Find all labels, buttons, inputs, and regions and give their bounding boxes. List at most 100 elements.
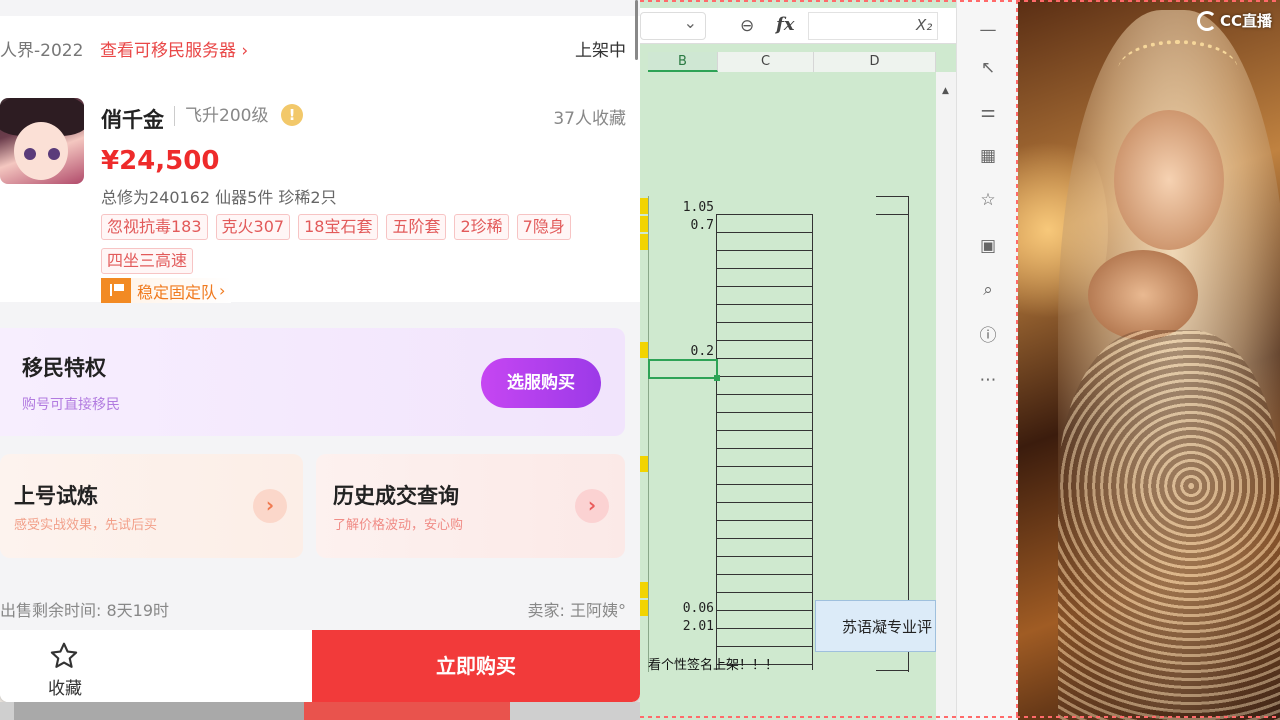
- scroll-up-icon[interactable]: ▲: [942, 86, 949, 96]
- grid-line: [716, 322, 813, 323]
- spreadsheet: ⊖ fx X₂ B C D 1.05 0.7 0.2: [640, 0, 956, 720]
- highlighted-text-cell[interactable]: 苏语凝专业评: [815, 600, 936, 652]
- function-icon[interactable]: fx: [776, 14, 794, 35]
- chevron-right-icon: ›: [219, 281, 226, 300]
- zoom-out-icon[interactable]: ⊖: [740, 16, 754, 36]
- trial-login-title: 上号试炼: [14, 484, 98, 508]
- grid-line: [716, 448, 813, 449]
- grid-line: [716, 394, 813, 395]
- photo-dress: [1058, 330, 1280, 720]
- grid-line: [716, 214, 813, 215]
- migrate-privilege-card: 移民特权 购号可直接移民 选服购买: [0, 328, 625, 436]
- select-server-buy-button[interactable]: 选服购买: [481, 358, 601, 408]
- grid-line: [716, 250, 813, 251]
- character-level: 飞升200级: [174, 106, 268, 126]
- favorite-count: 37人收藏: [553, 109, 626, 129]
- star-icon: [50, 642, 78, 668]
- grid-line: [876, 196, 909, 197]
- info-icon[interactable]: !: [281, 104, 303, 126]
- grid-line: [876, 670, 909, 671]
- more-icon[interactable]: ⋯: [976, 368, 1000, 392]
- active-cell[interactable]: [648, 359, 720, 381]
- favorite-label: 收藏: [48, 679, 82, 699]
- history-query-subtitle: 了解价格波动，安心购: [333, 518, 464, 533]
- grid-line: [876, 214, 909, 215]
- help-icon[interactable]: ⓘ: [976, 324, 1000, 348]
- cursor-icon[interactable]: ↖: [976, 56, 1000, 80]
- migrate-title: 移民特权: [22, 356, 106, 380]
- cell-value: 0.2: [690, 344, 714, 359]
- history-query-title: 历史成交查询: [333, 484, 459, 508]
- side-toolbar: — ↖ ⚌ ▦ ☆ ▣ ⌕ ⓘ ⋯: [956, 0, 1018, 720]
- highlight-cell: [640, 216, 648, 232]
- sale-remaining-time: 出售剩余时间: 8天19时: [0, 601, 170, 620]
- migrate-server-link-label: 查看可移民服务器: [100, 41, 236, 61]
- grid-line: [716, 610, 813, 611]
- attribute-tag: 7隐身: [516, 214, 571, 240]
- trade-app-panel: 人界-2022 查看可移民服务器 › 上架中 俏千金 飞升200级 ! 37人收…: [0, 0, 640, 702]
- chevron-right-icon[interactable]: ›: [575, 489, 609, 523]
- background-window-strip: [0, 702, 640, 720]
- sliders-icon[interactable]: ⚌: [976, 100, 1000, 124]
- avatar-face: [14, 122, 68, 180]
- grid-line: [716, 484, 813, 485]
- grid-line: [716, 538, 813, 539]
- favorite-button[interactable]: 收藏: [0, 630, 130, 702]
- grid-line: [812, 214, 813, 670]
- screen: 人界-2022 查看可移民服务器 › 上架中 俏千金 飞升200级 ! 37人收…: [0, 0, 1280, 720]
- photo-hands: [1088, 250, 1198, 340]
- cc-live-logo: CC直播: [1196, 10, 1272, 31]
- grid-line: [716, 502, 813, 503]
- grid-line: [716, 412, 813, 413]
- background-strip-right: [304, 702, 510, 720]
- grid-line: [716, 646, 813, 647]
- character-name: 俏千金: [101, 108, 164, 132]
- cell-grid[interactable]: 1.05 0.7 0.2 0.06 2.01 苏语凝专业评 看个性签名上架！！！: [640, 72, 936, 720]
- attribute-tag: 克火307: [215, 214, 291, 240]
- grid-line: [716, 574, 813, 575]
- photo-face: [1114, 110, 1224, 250]
- listing-status: 上架中: [575, 41, 626, 61]
- migrate-server-link[interactable]: 查看可移民服务器 ›: [100, 36, 248, 61]
- highlight-cell: [640, 234, 648, 250]
- search-doc-icon[interactable]: ⌕: [976, 278, 1000, 302]
- avatar-eye-right: [48, 148, 60, 160]
- capture-border: [640, 0, 1280, 2]
- trial-login-subtitle: 感受实战效果，先试后买: [14, 518, 158, 533]
- grid-line: [716, 376, 813, 377]
- attribute-tag: 五阶套: [386, 214, 447, 240]
- scrollbar[interactable]: [635, 0, 638, 60]
- trial-login-card[interactable]: 上号试炼 感受实战效果，先试后买 ›: [0, 454, 303, 558]
- cell-value: 2.01: [682, 619, 714, 634]
- grid-line: [716, 556, 813, 557]
- minimize-icon[interactable]: —: [976, 18, 1000, 42]
- character-avatar[interactable]: [0, 98, 84, 184]
- note-cell[interactable]: 看个性签名上架！！！: [648, 654, 818, 673]
- column-header-c[interactable]: C: [718, 52, 814, 72]
- buy-now-button[interactable]: 立即购买: [312, 630, 640, 702]
- photo-headpiece: [1118, 40, 1238, 100]
- grid-line: [716, 232, 813, 233]
- table-icon[interactable]: ▦: [976, 144, 1000, 168]
- subscript-icon[interactable]: X₂: [916, 16, 932, 34]
- grid-line: [648, 196, 649, 672]
- chevron-right-icon[interactable]: ›: [253, 489, 287, 523]
- grid-line: [716, 268, 813, 269]
- vertical-scrollbar[interactable]: ▲: [936, 72, 956, 720]
- grid-line: [716, 286, 813, 287]
- cell-value: 1.05: [682, 200, 714, 215]
- history-query-card[interactable]: 历史成交查询 了解价格波动，安心购 ›: [316, 454, 625, 558]
- grid-line: [716, 628, 813, 629]
- team-badge[interactable]: 稳定固定队 ›: [101, 278, 232, 303]
- formula-bar: ⊖ fx X₂: [640, 8, 956, 44]
- capture-border: [640, 716, 1280, 718]
- bottom-action-bar: 收藏 立即购买: [0, 630, 640, 702]
- name-box[interactable]: [640, 12, 706, 40]
- flag-icon: [101, 278, 131, 303]
- column-header-d[interactable]: D: [814, 52, 936, 72]
- team-badge-label: 稳定固定队: [137, 282, 218, 302]
- column-header-b[interactable]: B: [648, 52, 718, 72]
- cc-logo-text: CC直播: [1219, 12, 1272, 30]
- star-sparkle-icon[interactable]: ☆: [976, 188, 1000, 212]
- image-icon[interactable]: ▣: [976, 234, 1000, 258]
